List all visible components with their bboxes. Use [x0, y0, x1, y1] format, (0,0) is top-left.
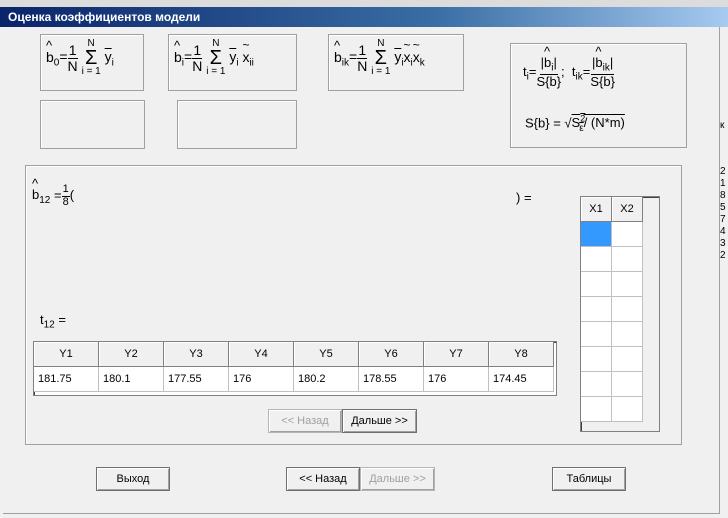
table-cell[interactable]: [581, 396, 612, 422]
table-cell[interactable]: 176: [423, 366, 489, 392]
sum-symbol: NΣi = 1: [371, 38, 391, 77]
column-header: Y6: [358, 342, 424, 367]
table-row: [581, 396, 643, 422]
sum-symbol: NΣi = 1: [81, 38, 101, 77]
column-header: Y8: [488, 342, 554, 367]
b0-subscript: 0: [53, 57, 60, 69]
next-button[interactable]: Дальше >>: [360, 467, 435, 491]
formula-bi: bi=1N NΣi = 1 yi xii: [168, 34, 297, 91]
column-header: Y4: [228, 342, 294, 367]
panel-next-button[interactable]: Дальше >>: [342, 409, 417, 433]
b12-expression: b12 =18(: [32, 176, 74, 208]
table-cell[interactable]: 176: [228, 366, 294, 392]
background-window-edge: к 2 1 8 5 7 4 3 2: [720, 120, 726, 261]
table-cell[interactable]: [611, 371, 643, 397]
sum-symbol: NΣi = 1: [206, 38, 226, 77]
y-values-grid[interactable]: Y1 Y2 Y3 Y4 Y5 Y6 Y7 Y8 181.75 180.1 177…: [33, 341, 557, 396]
bi-symbol: b: [174, 38, 182, 65]
fraction-1-over-n: 1N: [67, 41, 78, 74]
table-cell[interactable]: [581, 271, 612, 297]
y-header-row: Y1 Y2 Y3 Y4 Y5 Y6 Y7 Y8: [34, 342, 554, 367]
table-cell[interactable]: [611, 296, 643, 322]
column-header: Y7: [423, 342, 489, 367]
table-cell[interactable]: [611, 321, 643, 347]
top-strip: [0, 0, 728, 7]
table-row: [581, 221, 643, 247]
x-values-grid[interactable]: X1 X2: [580, 196, 660, 432]
column-header: Y5: [293, 342, 359, 367]
formula-bik: bik=1N NΣi = 1 yixixk: [328, 34, 464, 91]
table-cell[interactable]: 181.75: [34, 366, 99, 392]
tables-button[interactable]: Таблицы: [552, 467, 626, 491]
table-cell[interactable]: [611, 246, 643, 272]
table-cell[interactable]: [581, 346, 612, 372]
table-cell[interactable]: [581, 246, 612, 272]
table-row: [581, 271, 643, 297]
exit-button[interactable]: Выход: [96, 467, 170, 491]
table-cell[interactable]: [611, 221, 643, 247]
table-cell-selected[interactable]: [581, 221, 612, 247]
b0-result-box: [40, 100, 145, 149]
table-cell[interactable]: [611, 271, 643, 297]
table-row: [581, 296, 643, 322]
b12-closing: ) =: [516, 190, 532, 205]
table-cell[interactable]: [581, 321, 612, 347]
table-cell[interactable]: 178.55: [358, 366, 424, 392]
table-cell[interactable]: [611, 346, 643, 372]
column-header: Y1: [34, 342, 99, 367]
column-header: Y2: [98, 342, 164, 367]
table-cell[interactable]: 180.2: [293, 366, 359, 392]
fraction-1-over-n: 1N: [192, 41, 203, 74]
table-cell[interactable]: [611, 396, 643, 422]
table-row: [581, 246, 643, 272]
b0-symbol: b: [46, 38, 54, 65]
formula-b0: b0=1N NΣi = 1 yi: [40, 34, 144, 91]
x-tilde: x: [242, 38, 249, 65]
table-row: [581, 321, 643, 347]
fraction-1-over-n: 1N: [357, 41, 368, 74]
column-header: X2: [611, 197, 643, 222]
column-header: Y3: [163, 342, 229, 367]
x-header-row: X1 X2: [581, 197, 643, 222]
table-row: [581, 346, 643, 372]
table-cell[interactable]: 177.55: [163, 366, 229, 392]
table-row: 181.75 180.1 177.55 176 180.2 178.55 176…: [34, 366, 554, 392]
table-cell[interactable]: [581, 371, 612, 397]
table-cell[interactable]: [581, 296, 612, 322]
column-header: X1: [581, 197, 612, 222]
panel-back-button[interactable]: << Назад: [268, 409, 342, 433]
window-title: Оценка коэффициентов модели: [0, 7, 728, 27]
bi-result-box: [177, 100, 297, 149]
formula-t-statistic: ti=|bi|S{b}; tik=|bik|S{b} S{b} = √S2ε/ …: [510, 43, 687, 148]
table-row: [581, 371, 643, 397]
table-cell[interactable]: 174.45: [488, 366, 554, 392]
y-bar: y: [104, 48, 112, 65]
t12-label: t12 =: [40, 312, 66, 331]
back-button[interactable]: << Назад: [286, 467, 360, 491]
bik-symbol: b: [334, 38, 342, 65]
table-cell[interactable]: 180.1: [98, 366, 164, 392]
